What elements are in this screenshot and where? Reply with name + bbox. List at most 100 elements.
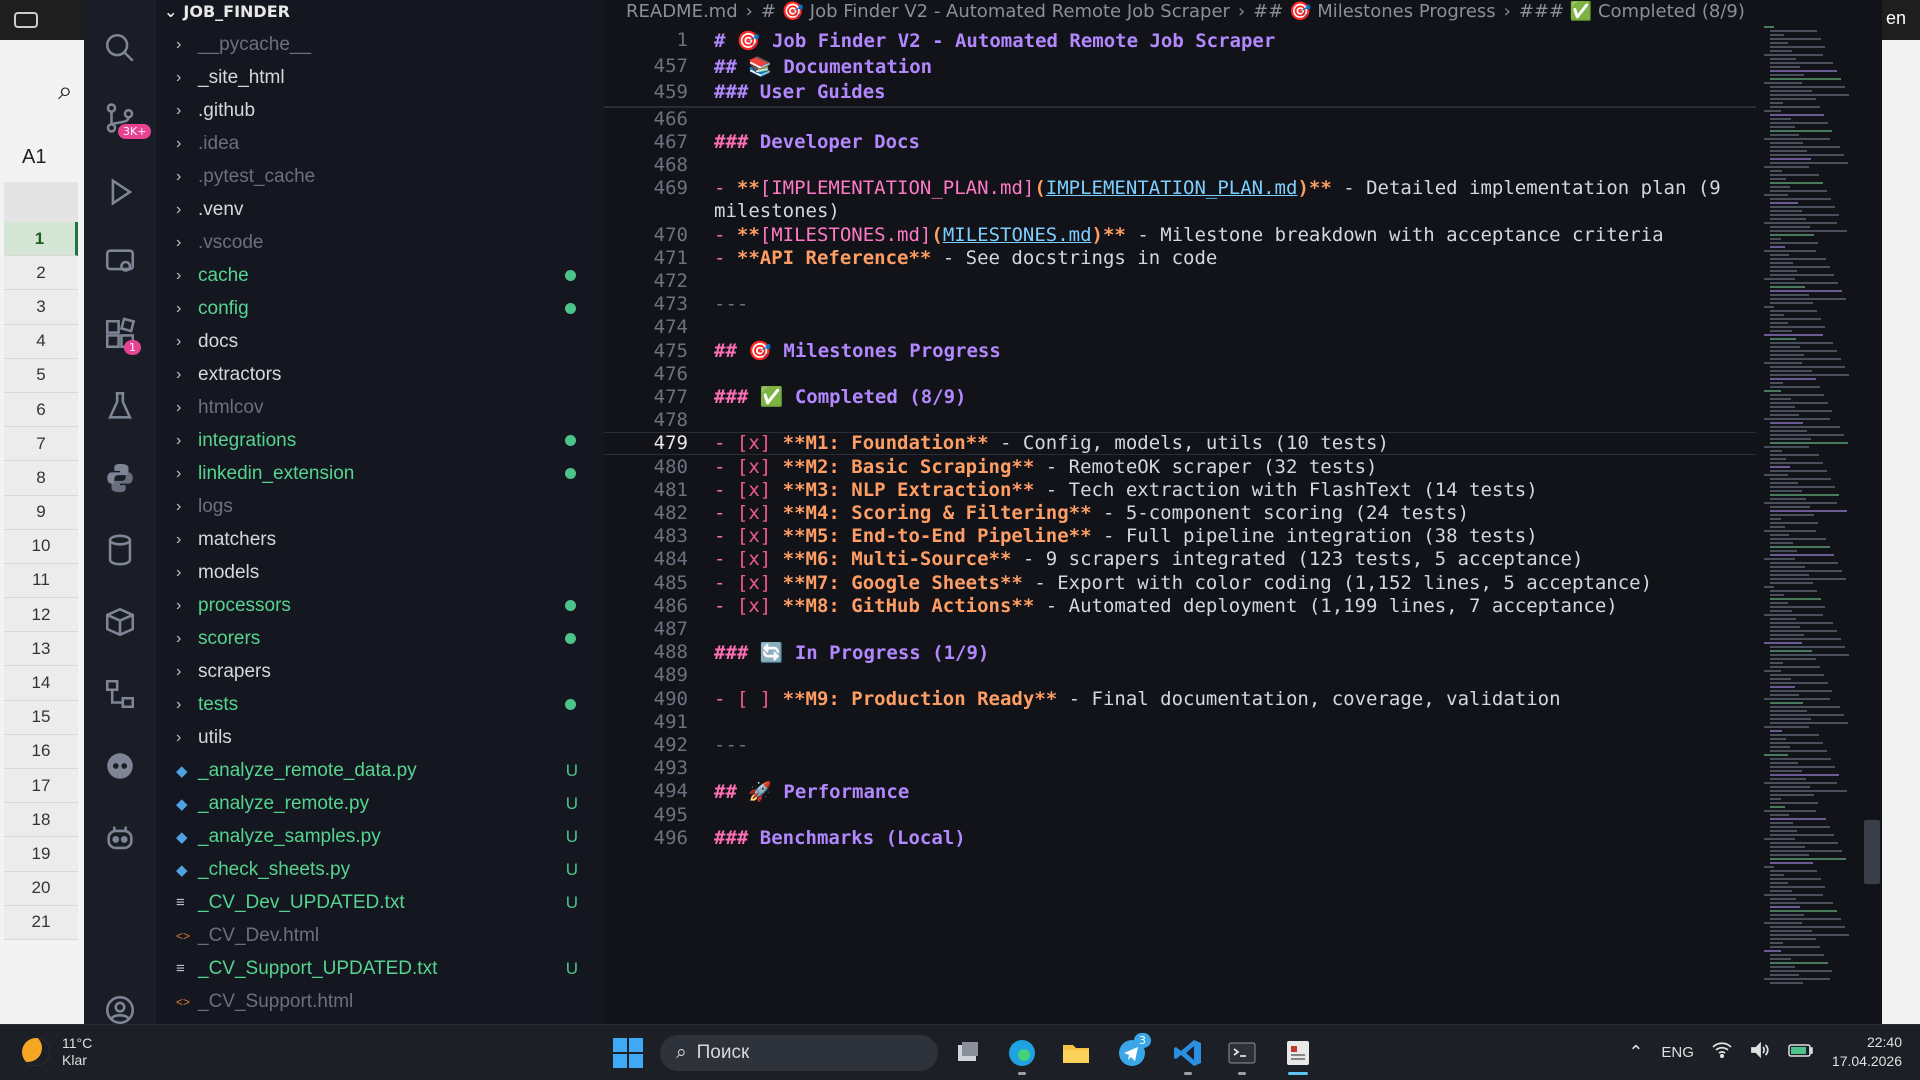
code-line[interactable]: 472 <box>604 269 1756 292</box>
code-line[interactable]: 466 <box>604 107 1756 130</box>
row-header[interactable]: 16 <box>4 734 78 769</box>
row-header[interactable]: 18 <box>4 803 78 838</box>
cell-reference[interactable]: A1 <box>22 146 46 169</box>
code-line[interactable]: 490 - [ ] **M9: Production Ready** - Fina… <box>604 687 1756 710</box>
code-line[interactable]: 482 - [x] **M4: Scoring & Filtering** - 5… <box>604 501 1756 524</box>
code-line[interactable]: 485 - [x] **M7: Google Sheets** - Export … <box>604 571 1756 594</box>
breadcrumb-item[interactable]: # 🎯 Job Finder V2 - Automated Remote Job… <box>761 1 1230 22</box>
row-header[interactable]: 14 <box>4 666 78 701</box>
chevron-up-icon[interactable]: ⌃ <box>1628 1042 1643 1063</box>
code-line[interactable]: 487 <box>604 617 1756 640</box>
python-icon[interactable] <box>98 456 142 500</box>
file-explorer-icon[interactable] <box>1060 1037 1092 1069</box>
file-item[interactable]: ≡ _CV_Support_UPDATED.txt U <box>156 952 604 985</box>
folder-item[interactable]: › integrations <box>156 424 604 457</box>
file-item[interactable]: ◆ _analyze_remote_data.py U <box>156 754 604 787</box>
folder-item[interactable]: › .vscode <box>156 226 604 259</box>
code-line[interactable]: 483 - [x] **M5: End-to-End Pipeline** - F… <box>604 525 1756 548</box>
row-header[interactable]: 20 <box>4 871 78 906</box>
clock[interactable]: 22:40 17.04.2026 <box>1832 1033 1902 1071</box>
run-debug-icon[interactable] <box>98 170 142 214</box>
row-header[interactable]: 21 <box>4 905 78 940</box>
folder-item[interactable]: › .github <box>156 94 604 127</box>
weather-widget[interactable]: 11°C Klar <box>22 1035 92 1069</box>
code-line[interactable]: 481 - [x] **M3: NLP Extraction** - Tech e… <box>604 478 1756 501</box>
folder-item[interactable]: › config <box>156 292 604 325</box>
taskbar-search[interactable]: ⌕ Поиск <box>660 1035 938 1071</box>
assistant-icon[interactable] <box>98 816 142 860</box>
folder-item[interactable]: › extractors <box>156 358 604 391</box>
folder-item[interactable]: › tests <box>156 688 604 721</box>
file-item[interactable]: ≡ _CV_Dev_UPDATED.txt U <box>156 886 604 919</box>
folder-item[interactable]: › __pycache__ <box>156 28 604 61</box>
code-line[interactable]: 473 --- <box>604 293 1756 316</box>
file-item[interactable]: ◆ _analyze_samples.py U <box>156 820 604 853</box>
code-line[interactable]: 492 --- <box>604 733 1756 756</box>
code-line[interactable]: milestones) <box>604 200 1756 223</box>
folder-item[interactable]: › scorers <box>156 622 604 655</box>
breadcrumb-item[interactable]: ### ✅ Completed (8/9) <box>1519 1 1745 22</box>
code-line[interactable]: 489 <box>604 664 1756 687</box>
folder-item[interactable]: › _site_html <box>156 61 604 94</box>
code-line[interactable]: 469 - **[IMPLEMENTATION_PLAN.md](IMPLEMEN… <box>604 177 1756 200</box>
spreadsheet-app-icon[interactable] <box>1282 1037 1314 1075</box>
code-line[interactable]: 478 <box>604 409 1756 432</box>
code-line[interactable]: 480 - [x] **M2: Basic Scraping** - Remote… <box>604 455 1756 478</box>
terminal-icon[interactable] <box>1226 1037 1258 1075</box>
language-indicator[interactable]: ENG <box>1661 1044 1694 1061</box>
code-line[interactable]: 495 <box>604 803 1756 826</box>
file-item[interactable]: <> _CV_Support.html <box>156 985 604 1018</box>
row-header[interactable]: 13 <box>4 632 78 667</box>
code-line[interactable]: 468 <box>604 153 1756 176</box>
row-header[interactable]: 10 <box>4 529 78 564</box>
testing-flask-icon[interactable] <box>98 384 142 428</box>
folder-item[interactable]: › matchers <box>156 523 604 556</box>
copilot-icon[interactable] <box>98 744 142 788</box>
code-line[interactable]: 474 <box>604 316 1756 339</box>
folder-item[interactable]: › linkedin_extension <box>156 457 604 490</box>
folder-item[interactable]: › models <box>156 556 604 589</box>
row-header[interactable]: 6 <box>4 392 78 428</box>
vscode-taskbar-icon[interactable] <box>1172 1037 1204 1075</box>
code-line[interactable]: 491 <box>604 710 1756 733</box>
code-line[interactable]: 488 ### 🔄 In Progress (1/9) <box>604 641 1756 664</box>
code-line[interactable]: 493 <box>604 757 1756 780</box>
code-line[interactable]: 494 ## 🚀 Performance <box>604 780 1756 803</box>
folder-item[interactable]: › .pytest_cache <box>156 160 604 193</box>
row-header[interactable]: 8 <box>4 461 78 496</box>
code-line[interactable]: 479 - [x] **M1: Foundation** - Config, mo… <box>604 432 1756 455</box>
folder-item[interactable]: › .idea <box>156 127 604 160</box>
task-view-icon[interactable] <box>952 1037 984 1069</box>
row-header[interactable]: 5 <box>4 358 78 393</box>
folder-item[interactable]: › .venv <box>156 193 604 226</box>
code-line[interactable]: 486 - [x] **M8: GitHub Actions** - Automa… <box>604 594 1756 617</box>
row-header[interactable]: 2 <box>4 256 78 291</box>
code-line[interactable]: 467 ### Developer Docs <box>604 130 1756 153</box>
row-header[interactable]: 12 <box>4 598 78 633</box>
package-icon[interactable] <box>98 600 142 644</box>
explorer-root-header[interactable]: ⌄ JOB_FINDER <box>164 0 290 22</box>
folder-item[interactable]: › docs <box>156 325 604 358</box>
hierarchy-icon[interactable] <box>98 672 142 716</box>
minimap[interactable] <box>1764 26 1860 1024</box>
folder-item[interactable]: › htmlcov <box>156 391 604 424</box>
wifi-icon[interactable] <box>1712 1041 1732 1063</box>
row-header[interactable]: 3 <box>4 290 78 325</box>
telegram-icon[interactable]: 3 <box>1116 1033 1151 1069</box>
remote-explorer-icon[interactable] <box>98 240 142 284</box>
row-header[interactable]: 7 <box>4 427 78 462</box>
breadcrumb-item[interactable]: README.md <box>626 1 738 22</box>
database-icon[interactable] <box>98 528 142 572</box>
search-icon[interactable]: ⌕ <box>58 76 73 107</box>
code-line[interactable]: 484 - [x] **M6: Multi-Source** - 9 scrape… <box>604 548 1756 571</box>
file-item[interactable]: <> _CV_Dev.html <box>156 919 604 952</box>
row-header[interactable]: 11 <box>4 563 78 599</box>
file-item[interactable]: ◆ _check_sheets.py U <box>156 853 604 886</box>
windows-start-icon[interactable] <box>612 1037 644 1069</box>
battery-icon[interactable] <box>1788 1042 1814 1063</box>
row-header[interactable]: 4 <box>4 324 78 359</box>
code-line[interactable]: 476 <box>604 362 1756 385</box>
menu-icon[interactable] <box>14 12 38 28</box>
folder-item[interactable]: › processors <box>156 589 604 622</box>
code-line[interactable]: 470 - **[MILESTONES.md](MILESTONES.md)** … <box>604 223 1756 246</box>
